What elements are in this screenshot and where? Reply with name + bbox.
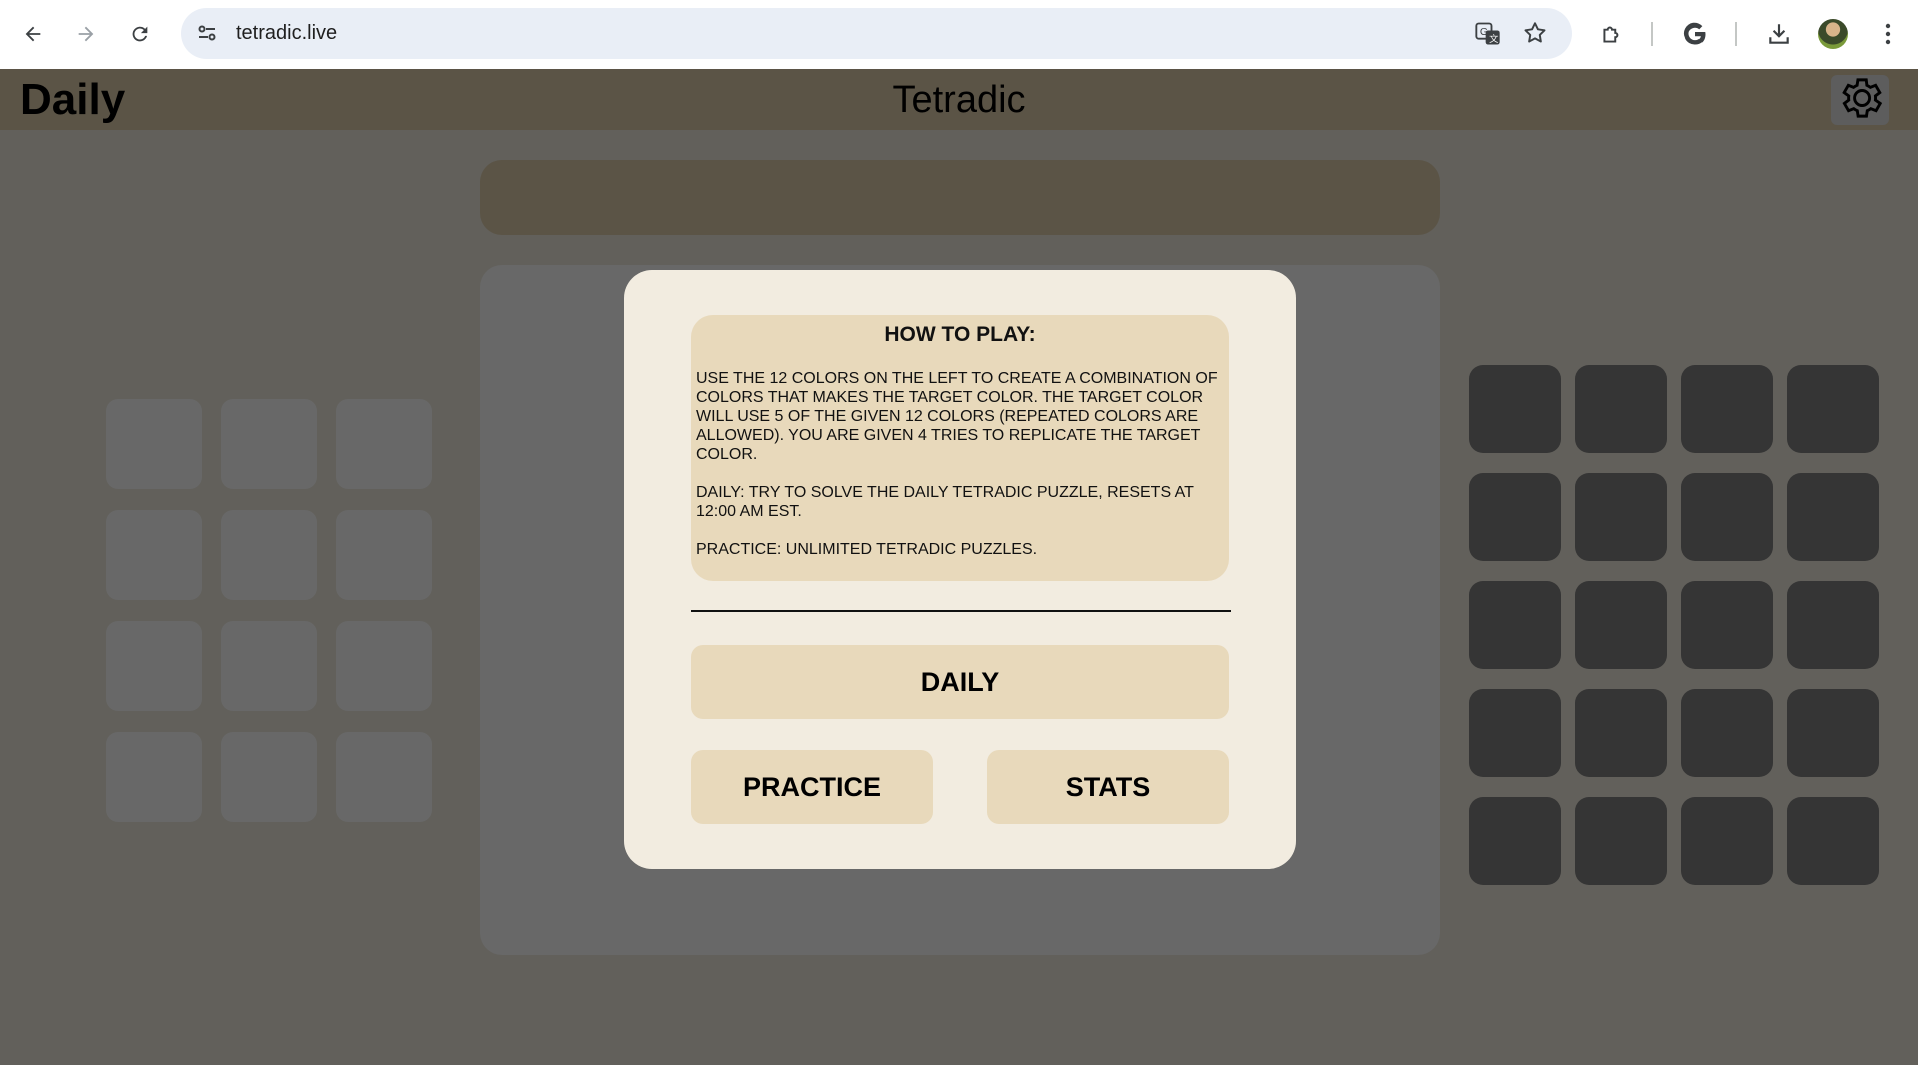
try-cell (1469, 581, 1561, 669)
download-icon[interactable] (1761, 16, 1797, 52)
extensions-icon[interactable] (1594, 16, 1630, 52)
tries-grid (1469, 365, 1879, 885)
google-icon[interactable] (1677, 16, 1713, 52)
instructions-paragraph: USE THE 12 COLORS ON THE LEFT TO CREATE … (696, 370, 1218, 463)
try-cell (1469, 689, 1561, 777)
color-palette (106, 399, 432, 822)
try-cell (1575, 797, 1667, 885)
try-cell (1787, 689, 1879, 777)
more-menu-icon[interactable] (1870, 16, 1906, 52)
translate-icon[interactable]: G文 (1474, 20, 1502, 53)
reload-icon[interactable] (122, 16, 158, 52)
instructions-box: HOW TO PLAY: USE THE 12 COLORS ON THE LE… (691, 315, 1229, 581)
practice-button[interactable]: PRACTICE (691, 750, 933, 824)
how-to-play-modal: HOW TO PLAY: USE THE 12 COLORS ON THE LE… (624, 270, 1296, 869)
instructions-text: USE THE 12 COLORS ON THE LEFT TO CREATE … (691, 369, 1229, 559)
palette-swatch[interactable] (336, 621, 432, 711)
toolbar-separator (1651, 22, 1653, 46)
try-cell (1575, 365, 1667, 453)
target-color-bar (480, 160, 1440, 235)
palette-swatch[interactable] (106, 510, 202, 600)
divider (691, 610, 1231, 612)
instructions-paragraph: DAILY: TRY TO SOLVE THE DAILY TETRADIC P… (696, 484, 1194, 520)
bookmark-star-icon[interactable] (1522, 20, 1548, 51)
try-cell (1681, 689, 1773, 777)
try-cell (1787, 473, 1879, 561)
gear-icon (1833, 73, 1887, 128)
palette-swatch[interactable] (336, 510, 432, 600)
svg-text:文: 文 (1489, 33, 1498, 45)
palette-swatch[interactable] (336, 732, 432, 822)
try-cell (1681, 797, 1773, 885)
try-cell (1787, 581, 1879, 669)
instructions-paragraph: PRACTICE: UNLIMITED TETRADIC PUZZLES. (696, 541, 1038, 558)
try-cell (1681, 365, 1773, 453)
try-cell (1681, 581, 1773, 669)
palette-swatch[interactable] (221, 399, 317, 489)
app-header: Daily Tetradic (0, 69, 1918, 130)
palette-swatch[interactable] (221, 732, 317, 822)
daily-button[interactable]: DAILY (691, 645, 1229, 719)
browser-toolbar: tetradic.live G文 (0, 0, 1918, 69)
palette-swatch[interactable] (221, 621, 317, 711)
settings-button[interactable] (1831, 75, 1889, 125)
address-bar[interactable]: tetradic.live G文 (181, 8, 1572, 59)
url-text[interactable]: tetradic.live (236, 22, 337, 45)
forward-arrow-icon[interactable] (68, 16, 104, 52)
palette-swatch[interactable] (221, 510, 317, 600)
try-cell (1681, 473, 1773, 561)
try-cell (1575, 473, 1667, 561)
try-cell (1469, 797, 1561, 885)
profile-avatar[interactable] (1818, 19, 1848, 49)
try-cell (1469, 473, 1561, 561)
try-cell (1575, 689, 1667, 777)
palette-swatch[interactable] (106, 732, 202, 822)
palette-swatch[interactable] (106, 621, 202, 711)
try-cell (1787, 797, 1879, 885)
instructions-title: HOW TO PLAY: (884, 323, 1036, 346)
try-cell (1787, 365, 1879, 453)
toolbar-separator (1735, 22, 1737, 46)
palette-swatch[interactable] (106, 399, 202, 489)
palette-swatch[interactable] (336, 399, 432, 489)
site-info-icon[interactable] (195, 21, 219, 50)
stats-button[interactable]: STATS (987, 750, 1229, 824)
app-title: Tetradic (892, 79, 1026, 121)
try-cell (1575, 581, 1667, 669)
back-arrow-icon[interactable] (15, 16, 51, 52)
try-cell (1469, 365, 1561, 453)
